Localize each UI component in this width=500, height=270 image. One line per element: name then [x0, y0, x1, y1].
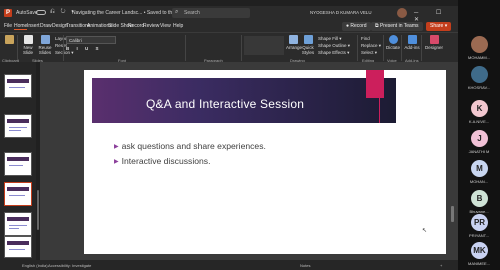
slide-thumbnail[interactable] [4, 74, 32, 98]
participant-name: KHOSRAV... [467, 85, 491, 90]
avatar: M [471, 160, 488, 177]
tab-help[interactable]: Help [173, 23, 183, 29]
participant-tile[interactable]: MOHAMM... [458, 34, 500, 64]
designer-button[interactable]: Designer [425, 35, 443, 50]
group-paragraph: Paragraph [186, 35, 242, 63]
participant-tile[interactable]: K K.A.NIVE... [458, 98, 500, 128]
document-title[interactable]: Navigating the Career Landsc... • Saved … [72, 10, 188, 16]
search-placeholder: Search [184, 10, 200, 16]
ribbon-tabs: File Home Insert Draw Design Transitions… [0, 21, 458, 32]
group-slides: Slides [18, 35, 64, 63]
participant-name: JANATHI M [468, 149, 490, 154]
avatar[interactable] [397, 8, 407, 18]
tab-review[interactable]: Review [143, 23, 159, 29]
participant-name: MOHAMM... [468, 55, 490, 60]
thumbnails-scrollbar[interactable] [37, 190, 39, 230]
search-icon: ⌕ [175, 9, 179, 15]
slide-thumbnail-active[interactable] [4, 182, 32, 206]
avatar [471, 36, 488, 53]
group-voice: Voice [384, 35, 402, 63]
participant-tile[interactable]: MK MANIMEE... [458, 240, 500, 270]
participant-name: K.A.NIVE... [468, 119, 490, 124]
participants-panel: MOHAMM... KHOSRAV... K K.A.NIVE... J JAN… [458, 0, 500, 270]
title-bar: P AutoSave ⎌ ↻ ▾ Navigating the Career L… [0, 6, 458, 23]
bullet-arrow-icon: ▶ [114, 159, 119, 165]
designer-icon [429, 35, 439, 44]
participant-tile[interactable]: PR PRIYANT... [458, 212, 500, 242]
group-editing: Editing [358, 35, 384, 63]
slide-title[interactable]: Q&A and Interactive Session [146, 97, 304, 111]
tab-view[interactable]: View [160, 23, 171, 29]
slide-thumbnail[interactable] [4, 152, 32, 176]
bullet-item: ▶ Interactive discussions. [114, 156, 211, 166]
status-bar: English (India) Accessibility: Investiga… [0, 260, 458, 270]
participant-name: PRIYANT... [469, 233, 489, 238]
tab-file[interactable]: File [4, 23, 12, 29]
accent-line [379, 98, 380, 123]
record-button[interactable]: ● Record [342, 22, 371, 31]
bullet-list[interactable]: ▶ ask questions and share experiences. ▶ I… [114, 141, 266, 171]
avatar: J [471, 130, 488, 147]
avatar [471, 66, 488, 83]
share-button[interactable]: Share ▾ [426, 22, 452, 31]
group-add-ins: Add-ins [402, 35, 422, 63]
slide-thumbnail[interactable] [4, 212, 32, 236]
tab-home[interactable]: Home [14, 23, 28, 30]
participant-name: MOHAN... [469, 179, 489, 184]
bullet-item: ▶ ask questions and share experiences. [114, 141, 266, 151]
user-name[interactable]: NYOGESHA D KUMARA VELU [310, 10, 372, 15]
autosave-label: AutoSave [16, 10, 38, 16]
slide-thumbnails-pane [0, 62, 36, 260]
tab-insert[interactable]: Insert [27, 23, 40, 29]
group-clipboard: Clipboard [0, 35, 19, 63]
avatar: K [471, 100, 488, 117]
present-in-teams-button[interactable]: ⧉ Present in Teams [371, 22, 423, 31]
bullet-arrow-icon: ▶ [114, 144, 119, 150]
participant-name: MANIMEE... [467, 261, 490, 266]
language-status[interactable]: English (India) [22, 263, 48, 268]
accessibility-status[interactable]: Accessibility: Investigate [48, 263, 91, 268]
notes-button[interactable]: Notes [300, 263, 310, 268]
avatar: MK [471, 242, 488, 259]
avatar: PR [471, 214, 488, 231]
autosave-toggle[interactable] [36, 10, 46, 15]
group-font: Font [64, 35, 186, 63]
powerpoint-logo-icon: P [4, 9, 12, 17]
mouse-cursor-icon: ↖ [422, 228, 428, 234]
group-drawing: Drawing [242, 35, 358, 63]
powerpoint-window: P AutoSave ⎌ ↻ ▾ Navigating the Career L… [0, 0, 458, 270]
slide-thumbnail[interactable] [4, 114, 32, 138]
participant-tile[interactable]: J JANATHI M [458, 128, 500, 158]
participant-tile[interactable]: KHOSRAV... [458, 64, 500, 94]
zoom-in-button[interactable]: + [440, 263, 442, 268]
accent-rectangle [366, 70, 384, 98]
ribbon: Clipboard New Slide Reuse Slides Layout … [0, 32, 458, 63]
participant-tile[interactable]: M MOHAN... [458, 158, 500, 188]
current-slide[interactable]: Q&A and Interactive Session ▶ ask questio… [84, 70, 446, 254]
tab-record[interactable]: Record [128, 23, 144, 29]
tab-draw[interactable]: Draw [40, 23, 52, 29]
canvas-scrollbar[interactable] [451, 206, 454, 222]
slide-canvas: Q&A and Interactive Session ▶ ask questio… [40, 62, 458, 260]
search-box[interactable]: ⌕ Search [172, 8, 250, 18]
avatar: B [471, 190, 488, 207]
slide-thumbnail[interactable] [4, 236, 32, 258]
